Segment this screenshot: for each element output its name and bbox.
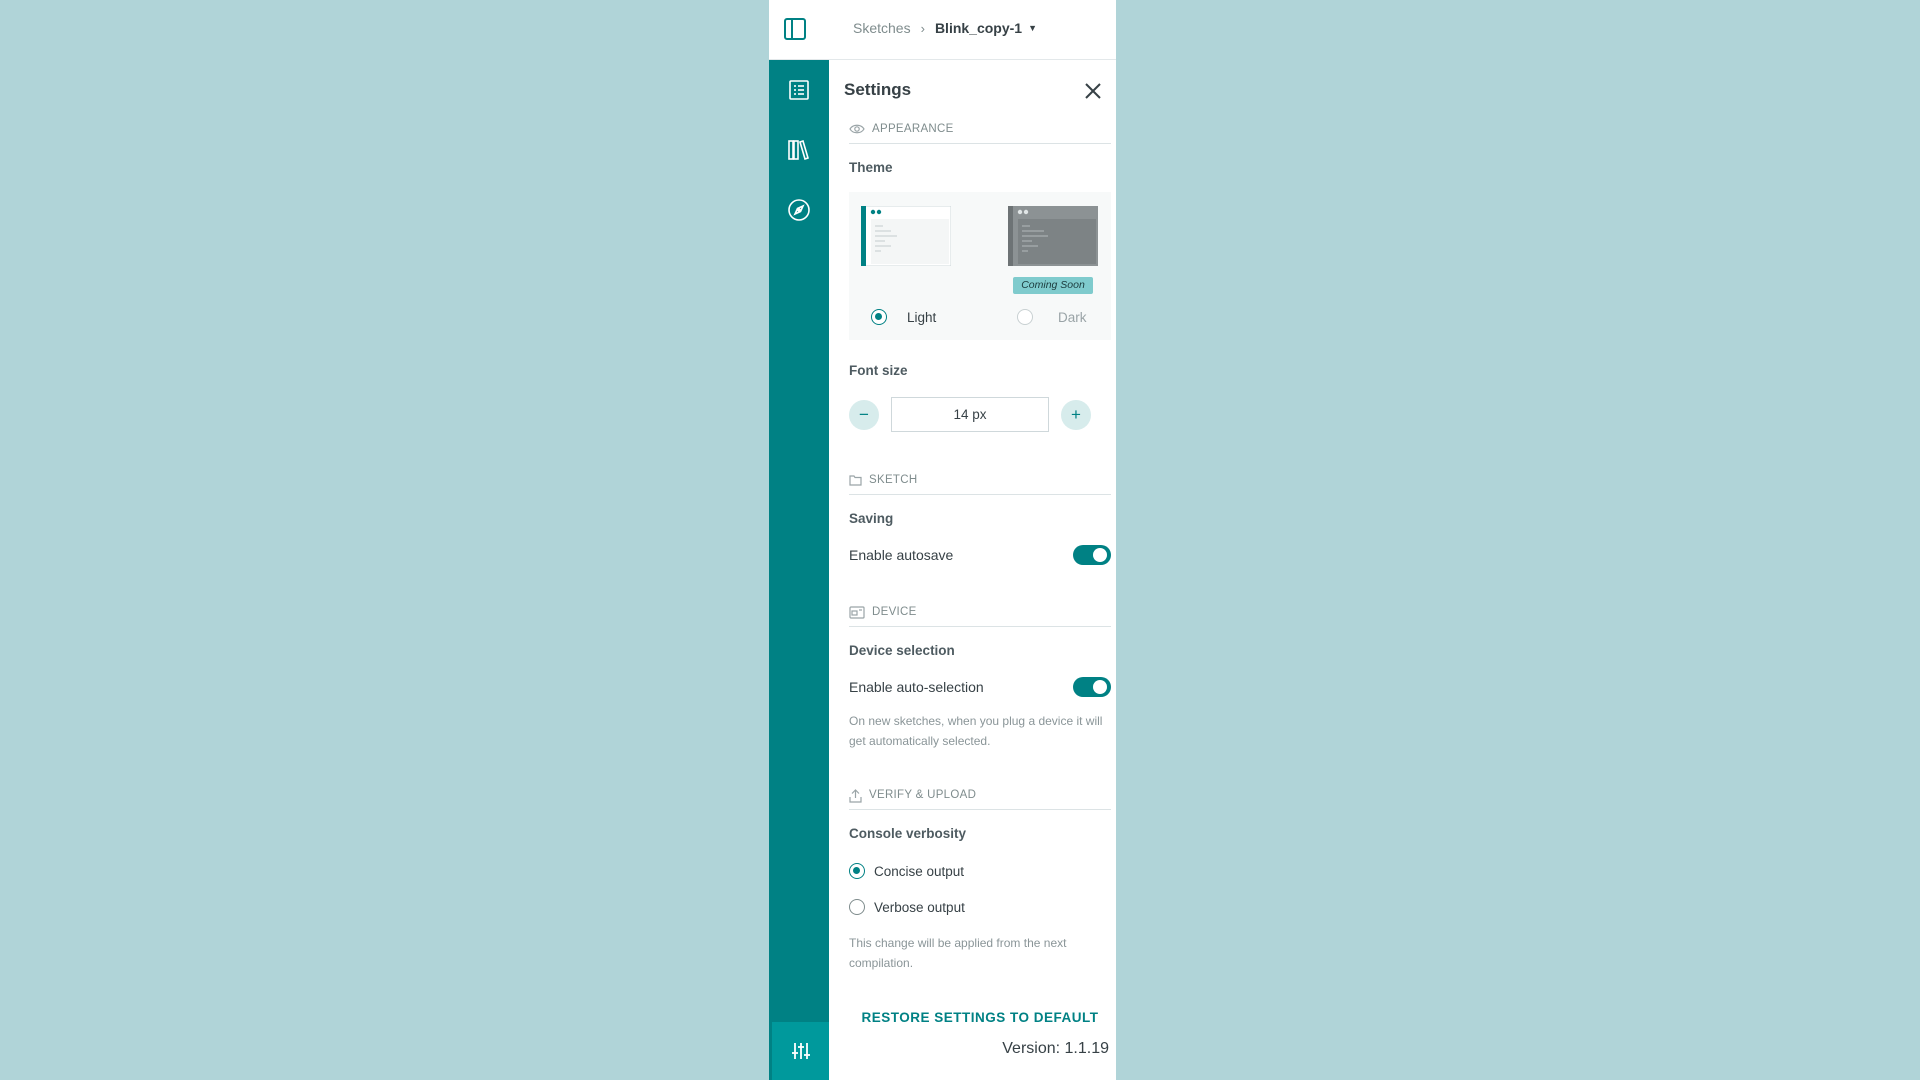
light-theme-radio[interactable]	[871, 309, 887, 325]
chevron-right-icon: ›	[920, 20, 925, 36]
verify-upload-section-label: VERIFY & UPLOAD	[869, 789, 977, 801]
sketch-section-label: SKETCH	[869, 474, 918, 486]
appearance-section-label: APPEARANCE	[872, 123, 954, 135]
dark-theme-preview	[1008, 206, 1098, 266]
light-theme-label: Light	[907, 310, 937, 325]
settings-title: Settings	[844, 80, 912, 99]
concise-output-radio[interactable]	[849, 863, 865, 879]
device-board-icon	[849, 606, 865, 619]
breadcrumb-sketches[interactable]: Sketches	[853, 20, 911, 36]
verbosity-help: This change will be applied from the nex…	[849, 936, 1067, 970]
restore-defaults-button[interactable]: RESTORE SETTINGS TO DEFAULT	[849, 1010, 1111, 1025]
theme-label: Theme	[849, 160, 893, 175]
device-section-header: DEVICE	[849, 606, 1111, 627]
sketchbook-icon[interactable]	[787, 78, 811, 102]
font-size-increase-button[interactable]: +	[1061, 400, 1091, 430]
panel-toggle-icon[interactable]	[783, 17, 807, 41]
settings-sliders-button[interactable]	[772, 1022, 829, 1080]
settings-panel: Settings APPEARANCE Theme Coming Soon Li…	[829, 60, 1116, 1080]
verbose-output-radio[interactable]	[849, 899, 865, 915]
device-section-label: DEVICE	[872, 606, 917, 618]
autosave-toggle[interactable]	[1073, 545, 1111, 565]
close-icon[interactable]	[1084, 82, 1102, 100]
breadcrumb: Sketches › Blink_copy-1 ▼	[853, 20, 1037, 36]
appearance-section-header: APPEARANCE	[849, 123, 1111, 144]
folder-icon	[849, 475, 862, 486]
auto-selection-label: Enable auto-selection	[849, 679, 984, 695]
autosave-label: Enable autosave	[849, 547, 954, 563]
font-size-input[interactable]: 14 px	[891, 397, 1049, 432]
auto-selection-toggle[interactable]	[1073, 677, 1111, 697]
font-size-label: Font size	[849, 363, 908, 378]
device-selection-label: Device selection	[849, 643, 955, 658]
upload-icon	[849, 789, 862, 803]
arduino-cloud-editor: Sketches › Blink_copy-1 ▼ Settings APPEA…	[769, 0, 1116, 1080]
sidebar	[769, 60, 829, 1080]
dark-theme-radio	[1017, 309, 1033, 325]
settings-sliders-icon	[791, 1043, 810, 1059]
breadcrumb-current-sketch[interactable]: Blink_copy-1	[935, 20, 1022, 36]
caret-down-icon[interactable]: ▼	[1028, 23, 1037, 33]
light-theme-preview[interactable]	[860, 205, 952, 267]
top-bar: Sketches › Blink_copy-1 ▼	[769, 0, 1116, 60]
concise-output-label: Concise output	[874, 864, 965, 879]
library-icon[interactable]	[787, 138, 811, 162]
version-label: Version: 1.1.19	[1002, 1040, 1109, 1057]
verify-upload-section-header: VERIFY & UPLOAD	[849, 789, 1111, 810]
dark-theme-label: Dark	[1058, 310, 1087, 325]
font-size-decrease-button[interactable]: −	[849, 400, 879, 430]
theme-selector: Coming Soon Light Dark	[849, 192, 1111, 340]
sketch-section-header: SKETCH	[849, 474, 1111, 495]
auto-selection-help: On new sketches, when you plug a device …	[849, 714, 1103, 748]
reference-compass-icon[interactable]	[787, 198, 811, 222]
verbose-output-label: Verbose output	[874, 900, 965, 915]
saving-label: Saving	[849, 511, 894, 526]
coming-soon-badge: Coming Soon	[1013, 277, 1093, 294]
console-verbosity-label: Console verbosity	[849, 826, 967, 841]
eye-icon	[849, 124, 865, 134]
